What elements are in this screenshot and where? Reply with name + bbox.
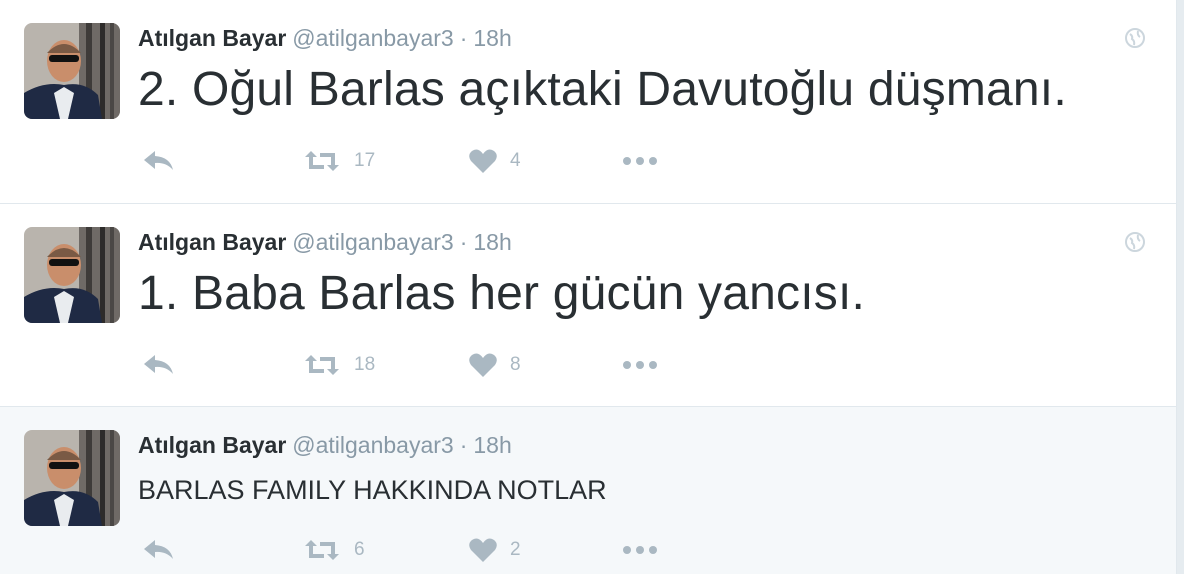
retweet-button[interactable]: 18 [302, 348, 375, 382]
tweet[interactable]: Atılgan Bayar @atilganbayar3 · 18h BARLAS F… [0, 407, 1176, 574]
separator: · [459, 25, 468, 51]
tweet-time[interactable]: 18h [473, 25, 511, 51]
reply-icon [144, 151, 173, 170]
more-icon [623, 361, 657, 369]
tweet-time[interactable]: 18h [473, 432, 511, 458]
globe-icon [1125, 28, 1145, 48]
retweet-count: 17 [354, 150, 376, 171]
retweet-count: 18 [354, 354, 376, 375]
more-icon [623, 546, 657, 554]
tweet-time[interactable]: 18h [473, 229, 511, 255]
reply-button[interactable] [142, 144, 176, 178]
retweet-button[interactable]: 6 [302, 533, 365, 567]
separator: · [459, 229, 468, 255]
more-button[interactable] [622, 144, 658, 178]
retweet-icon [305, 355, 339, 375]
like-count: 4 [510, 150, 521, 171]
tweet[interactable]: Atılgan Bayar @atilganbayar3 · 18h 1. Baba … [0, 204, 1176, 407]
retweet-icon [305, 151, 339, 171]
reply-icon [144, 540, 173, 559]
retweet-count: 6 [354, 539, 365, 560]
tweet-actions: 18 8 [138, 348, 698, 382]
tweet-text: 1. Baba Barlas her gücün yancısı. [138, 267, 866, 320]
tweet-text: 2. Oğul Barlas açıktaki Davutoğlu düşman… [138, 63, 1067, 116]
heart-icon [469, 353, 497, 377]
like-button[interactable]: 4 [468, 144, 521, 178]
heart-icon [469, 149, 497, 173]
author-handle[interactable]: @atilganbayar3 [292, 432, 453, 458]
author-handle[interactable]: @atilganbayar3 [292, 25, 453, 51]
tweet-header: Atılgan Bayar @atilganbayar3 · 18h [138, 229, 512, 256]
tweet-header: Atılgan Bayar @atilganbayar3 · 18h [138, 432, 512, 459]
like-count: 2 [510, 539, 521, 560]
heart-icon [469, 538, 497, 562]
tweet[interactable]: Atılgan Bayar @atilganbayar3 · 18h 2. Oğul … [0, 0, 1176, 204]
more-icon [623, 157, 657, 165]
tweet-actions: 17 4 [138, 144, 698, 178]
separator: · [459, 432, 468, 458]
more-button[interactable] [622, 533, 658, 567]
more-button[interactable] [622, 348, 658, 382]
tweet-timeline: Atılgan Bayar @atilganbayar3 · 18h 2. Oğul … [0, 0, 1177, 574]
author-name[interactable]: Atılgan Bayar [138, 229, 286, 255]
author-name[interactable]: Atılgan Bayar [138, 432, 286, 458]
like-button[interactable]: 2 [468, 533, 521, 567]
author-handle[interactable]: @atilganbayar3 [292, 229, 453, 255]
tweet-header: Atılgan Bayar @atilganbayar3 · 18h [138, 25, 512, 52]
globe-icon [1125, 232, 1145, 252]
reply-button[interactable] [142, 533, 176, 567]
avatar[interactable] [24, 23, 120, 119]
avatar[interactable] [24, 430, 120, 526]
retweet-icon [305, 540, 339, 560]
author-name[interactable]: Atılgan Bayar [138, 25, 286, 51]
reply-icon [144, 355, 173, 374]
like-button[interactable]: 8 [468, 348, 521, 382]
reply-button[interactable] [142, 348, 176, 382]
like-count: 8 [510, 354, 521, 375]
tweet-actions: 6 2 [138, 533, 698, 567]
retweet-button[interactable]: 17 [302, 144, 375, 178]
avatar[interactable] [24, 227, 120, 323]
tweet-text: BARLAS FAMILY HAKKINDA NOTLAR [138, 475, 607, 505]
